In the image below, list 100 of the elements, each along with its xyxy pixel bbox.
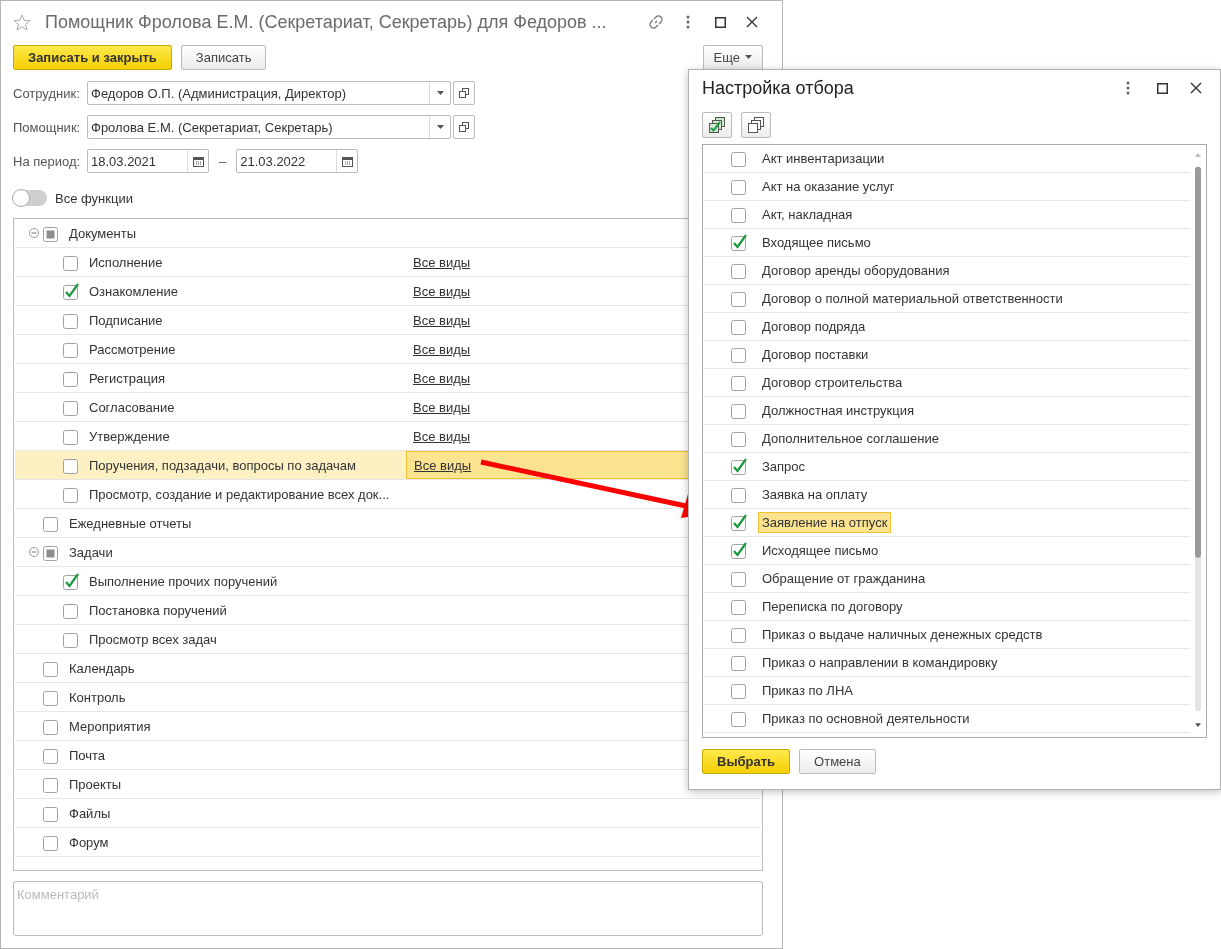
- list-item[interactable]: Заявка на оплату: [758, 484, 872, 505]
- list-item[interactable]: Исходящее письмо: [758, 540, 883, 561]
- link-icon[interactable]: [648, 14, 664, 30]
- calendar-icon[interactable]: [341, 155, 353, 167]
- calendar-icon[interactable]: [192, 155, 204, 167]
- list-item[interactable]: Приказ по ЛНА: [758, 680, 857, 701]
- checkbox[interactable]: [63, 601, 80, 619]
- collapse-icon[interactable]: [29, 547, 39, 557]
- checkbox[interactable]: [43, 514, 60, 532]
- checkbox[interactable]: [731, 150, 748, 167]
- checkbox[interactable]: [63, 253, 80, 271]
- checkbox[interactable]: [63, 485, 80, 503]
- more-icon[interactable]: [1126, 81, 1130, 95]
- checkbox[interactable]: [43, 775, 60, 793]
- checkbox[interactable]: [731, 430, 748, 447]
- close-icon[interactable]: [746, 16, 758, 28]
- save-button[interactable]: Записать: [180, 44, 267, 70]
- checkbox[interactable]: [43, 717, 60, 735]
- checkbox[interactable]: [63, 398, 80, 416]
- checkbox[interactable]: [43, 224, 60, 242]
- checkbox[interactable]: [731, 570, 748, 587]
- checkbox[interactable]: [63, 427, 80, 445]
- maximize-icon[interactable]: [714, 16, 726, 28]
- select-button[interactable]: Выбрать: [702, 748, 791, 774]
- open-icon[interactable]: [459, 88, 469, 98]
- all-types-link[interactable]: Все виды: [413, 399, 471, 415]
- list-item[interactable]: Приказ о выдаче наличных денежных средств: [758, 624, 1047, 645]
- checkbox[interactable]: [731, 234, 748, 251]
- checkbox[interactable]: [63, 340, 80, 358]
- list-item[interactable]: Входящее письмо: [758, 232, 875, 253]
- checkbox[interactable]: [63, 572, 80, 590]
- list-item[interactable]: Договор поставки: [758, 344, 873, 365]
- list-item[interactable]: Договор строительства: [758, 372, 907, 393]
- list-item[interactable]: Обращение от гражданина: [758, 568, 930, 589]
- checkbox[interactable]: [43, 543, 60, 561]
- checkbox[interactable]: [43, 833, 60, 851]
- all-types-link[interactable]: Все виды: [413, 312, 471, 328]
- open-icon[interactable]: [459, 122, 469, 132]
- checkbox[interactable]: [731, 682, 748, 699]
- list-item[interactable]: Приказ о направлении в командировку: [758, 652, 1002, 673]
- checkbox[interactable]: [731, 710, 748, 727]
- list-item[interactable]: Должностная инструкция: [758, 400, 918, 421]
- maximize-icon[interactable]: [1156, 82, 1168, 94]
- checkbox[interactable]: [731, 598, 748, 615]
- checkbox[interactable]: [43, 746, 60, 764]
- cancel-button[interactable]: Отмена: [799, 748, 876, 774]
- checkbox[interactable]: [731, 318, 748, 335]
- checkbox[interactable]: [731, 514, 748, 531]
- list-item[interactable]: Акт на оказание услуг: [758, 176, 899, 197]
- uncheck-all-button[interactable]: [741, 112, 771, 138]
- checkbox[interactable]: [731, 346, 748, 363]
- checkbox[interactable]: [43, 804, 60, 822]
- all-types-link[interactable]: Все виды: [413, 254, 471, 270]
- list-item[interactable]: Договор подряда: [758, 316, 870, 337]
- dropdown-icon[interactable]: [436, 125, 444, 129]
- date-field[interactable]: 18.03.2021: [87, 149, 209, 173]
- checkbox[interactable]: [63, 456, 80, 474]
- list-item[interactable]: Договор о полной материальной ответственности: [758, 288, 1067, 309]
- checkbox[interactable]: [731, 290, 748, 307]
- checkbox[interactable]: [731, 626, 748, 643]
- checkbox[interactable]: [731, 486, 748, 503]
- list-item[interactable]: Акт, накладная: [758, 204, 857, 225]
- checkbox[interactable]: [63, 369, 80, 387]
- select-field[interactable]: Фролова Е.М. (Секретариат, Секретарь): [87, 115, 451, 139]
- checkbox[interactable]: [731, 542, 748, 559]
- all-types-link[interactable]: Все виды: [414, 457, 472, 473]
- dropdown-icon[interactable]: [436, 91, 444, 95]
- all-types-link[interactable]: Все виды: [413, 428, 471, 444]
- checkbox[interactable]: [63, 282, 80, 300]
- checkbox[interactable]: [731, 654, 748, 671]
- list-item[interactable]: Запрос: [758, 456, 810, 477]
- toggle-switch[interactable]: [13, 190, 47, 206]
- checkbox[interactable]: [731, 458, 748, 475]
- save-close-button[interactable]: Записать и закрыть: [13, 44, 172, 70]
- checkbox[interactable]: [43, 659, 60, 677]
- more-button[interactable]: Еще: [702, 44, 763, 70]
- checkbox[interactable]: [63, 630, 80, 648]
- checkbox[interactable]: [731, 402, 748, 419]
- list-item[interactable]: Заявление на отпуск: [758, 512, 892, 533]
- close-icon[interactable]: [1190, 82, 1202, 94]
- all-types-link[interactable]: Все виды: [413, 341, 471, 357]
- check-all-button[interactable]: [702, 112, 732, 138]
- checkbox[interactable]: [731, 206, 748, 223]
- star-icon[interactable]: [13, 13, 31, 31]
- checkbox[interactable]: [731, 374, 748, 391]
- date-field[interactable]: 21.03.2022: [236, 149, 359, 173]
- checkbox[interactable]: [731, 178, 748, 195]
- checkbox[interactable]: [731, 262, 748, 279]
- select-field[interactable]: Федоров О.П. (Администрация, Директор): [87, 81, 451, 105]
- list-item[interactable]: Приказ по основной деятельности: [758, 708, 974, 729]
- list-item[interactable]: Акт инвентаризации: [758, 148, 889, 169]
- checkbox[interactable]: [43, 688, 60, 706]
- list-item[interactable]: Дополнительное соглашение: [758, 428, 943, 449]
- collapse-icon[interactable]: [29, 228, 39, 238]
- list-item[interactable]: Переписка по договору: [758, 596, 907, 617]
- list-item[interactable]: Договор аренды оборудования: [758, 260, 954, 281]
- all-types-link[interactable]: Все виды: [413, 283, 471, 299]
- more-icon[interactable]: [686, 15, 690, 29]
- all-types-link[interactable]: Все виды: [413, 370, 471, 386]
- checkbox[interactable]: [63, 311, 80, 329]
